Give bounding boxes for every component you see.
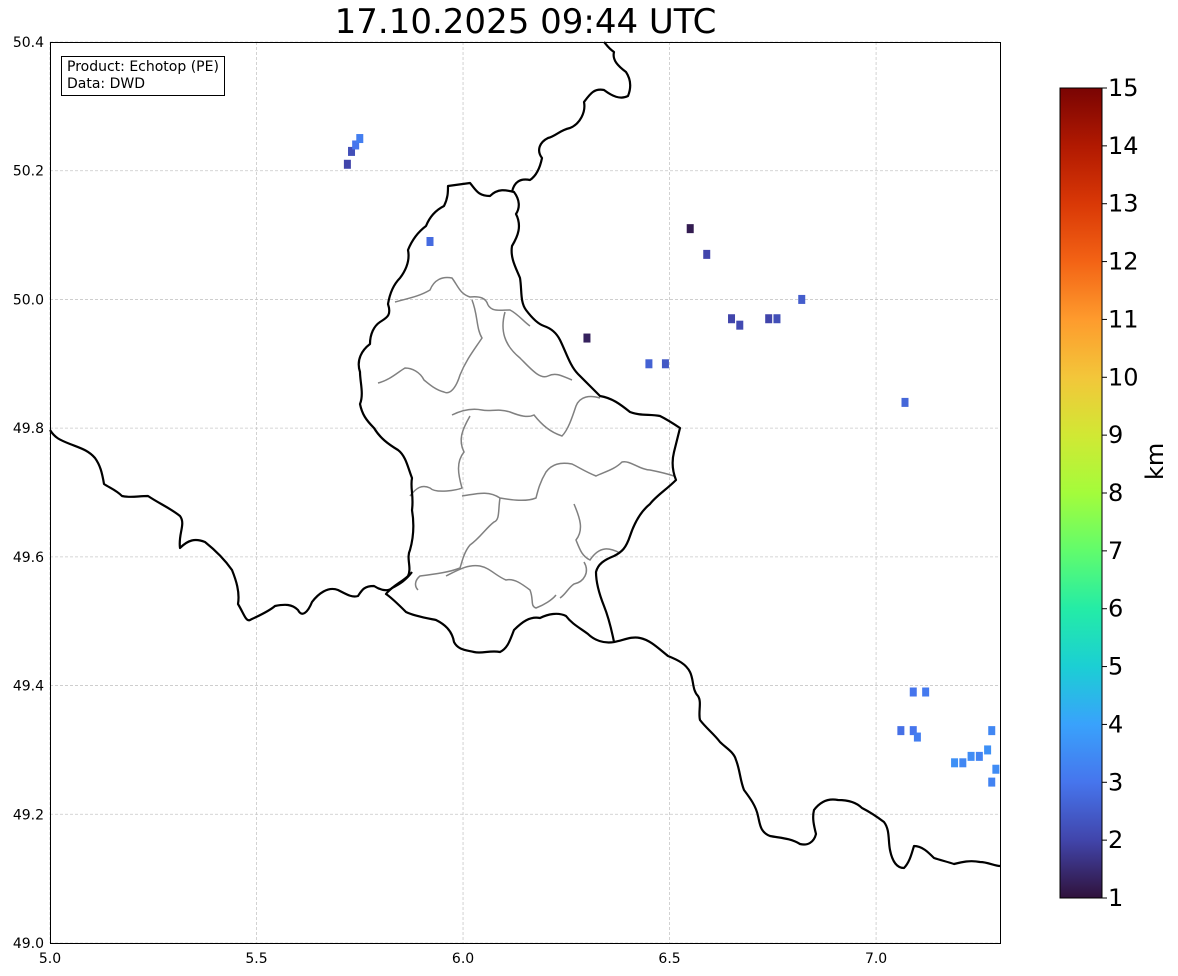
y-axis-ticks: 49.0 49.2 49.4 49.6 49.8 50.0 50.2 50.4	[13, 35, 44, 952]
y-tick-label: 50.2	[13, 164, 44, 180]
x-axis-ticks: 5.0 5.5 6.0 6.5 7.0	[39, 951, 887, 967]
x-tick-label: 5.5	[245, 951, 267, 967]
colorbar-ticks: 123456789101112131415	[1102, 74, 1139, 912]
colorbar-tick-label: 11	[1108, 305, 1139, 333]
x-tick-label: 6.0	[452, 951, 474, 967]
colorbar-tick-label: 10	[1108, 363, 1139, 391]
radar-cell	[426, 237, 434, 247]
x-tick-label: 5.0	[39, 951, 61, 967]
radar-cell	[901, 397, 909, 407]
radar-cell	[356, 134, 364, 144]
colorbar-tick-label: 7	[1108, 537, 1123, 565]
radar-cell	[992, 764, 1000, 774]
colorbar-tick-label: 4	[1108, 710, 1123, 738]
colorbar-tick-label: 14	[1108, 132, 1139, 160]
country-borders	[49, 41, 1001, 870]
y-tick-label: 50.0	[13, 292, 44, 308]
product-value: Echotop (PE)	[129, 59, 219, 75]
colorbar-tick-label: 12	[1108, 248, 1139, 276]
radar-cell	[728, 314, 736, 324]
radar-cell	[765, 314, 773, 324]
radar-cell	[773, 314, 781, 324]
y-tick-label: 49.6	[13, 550, 44, 566]
radar-cell	[897, 726, 905, 736]
radar-cell	[703, 249, 711, 259]
radar-cell	[967, 751, 975, 761]
x-tick-label: 6.5	[658, 951, 680, 967]
colorbar-tick-label: 13	[1108, 190, 1139, 218]
radar-cell	[736, 320, 744, 330]
colorbar-unit-label: km	[1141, 442, 1169, 480]
radar-cell	[959, 758, 967, 768]
product-label: Product:	[67, 59, 125, 75]
colorbar-gradient	[1059, 87, 1103, 899]
x-tick-label: 7.0	[865, 951, 887, 967]
radar-cell	[951, 758, 959, 768]
colorbar-tick-label: 2	[1108, 826, 1123, 854]
radar-cell	[645, 359, 653, 369]
map-frame-border	[50, 42, 1001, 944]
grid-lines	[49, 41, 1000, 944]
data-source-label: Data:	[67, 76, 106, 92]
radar-map[interactable]: 5.0 5.5 6.0 6.5 7.0 49.0 49.2 49.4 49.6 49.8 50.0…	[0, 0, 1178, 976]
y-tick-label: 49.8	[13, 421, 44, 437]
colorbar: 123456789101112131415	[1059, 74, 1139, 912]
district-boundaries	[377, 276, 675, 609]
colorbar-tick-label: 5	[1108, 653, 1123, 681]
y-tick-label: 49.2	[13, 807, 44, 823]
data-source-value: DWD	[109, 76, 146, 92]
radar-cell	[343, 159, 351, 169]
product-info-box: Product: Echotop (PE) Data: DWD	[61, 56, 225, 96]
radar-cell	[798, 294, 806, 304]
y-tick-label: 49.4	[13, 679, 44, 695]
radar-cell	[909, 687, 917, 697]
colorbar-tick-label: 8	[1108, 479, 1123, 507]
radar-cell	[583, 333, 591, 343]
colorbar-tick-label: 3	[1108, 768, 1123, 796]
colorbar-tick-label: 9	[1108, 421, 1123, 449]
colorbar-tick-label: 15	[1108, 74, 1139, 102]
y-tick-label: 50.4	[13, 35, 44, 51]
radar-cell	[913, 732, 921, 742]
y-tick-label: 49.0	[13, 936, 44, 952]
radar-cell	[975, 751, 983, 761]
radar-cell	[686, 224, 694, 234]
radar-cell	[661, 359, 669, 369]
radar-cell	[988, 726, 996, 736]
radar-cell	[988, 777, 996, 787]
radar-cell	[984, 745, 992, 755]
colorbar-tick-label: 1	[1108, 884, 1123, 912]
radar-cell	[922, 687, 930, 697]
colorbar-tick-label: 6	[1108, 595, 1123, 623]
